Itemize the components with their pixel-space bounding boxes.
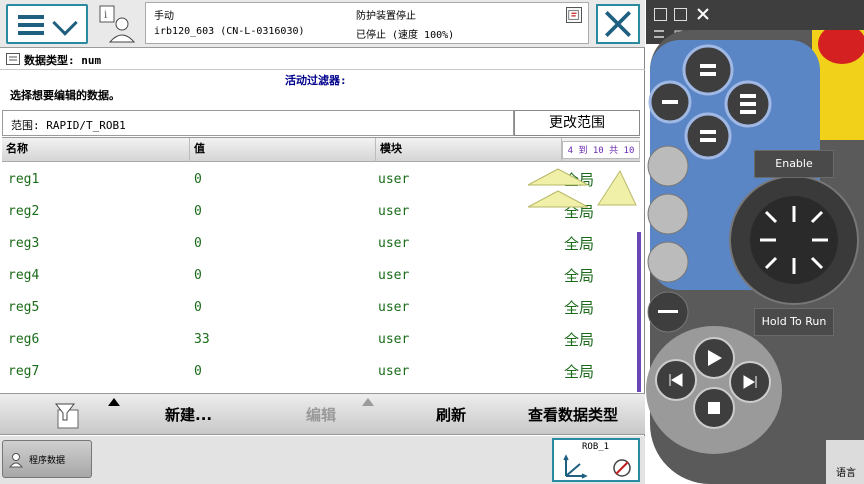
- table-header: 名称 值 模块 4 到 10 共 10: [2, 138, 640, 162]
- data-type-icon: [6, 53, 20, 65]
- hold-to-run-button[interactable]: Hold To Run: [754, 308, 834, 336]
- page-indicator: 4 到 10 共 10: [562, 141, 640, 159]
- row-name: reg2: [8, 204, 40, 219]
- page-up-icon: [528, 168, 589, 186]
- row-scope: 全局: [564, 363, 595, 381]
- row-name: reg6: [8, 332, 40, 347]
- quickset-robot-button[interactable]: ROB_1: [552, 438, 640, 482]
- row-value: 0: [194, 268, 202, 283]
- active-filter-label: 活动过滤器:: [285, 74, 347, 87]
- table-row[interactable]: reg4 0 user 全局: [2, 260, 637, 292]
- row-module: user: [378, 236, 410, 251]
- page-title: 数据类型: num: [24, 54, 102, 67]
- row-name: reg4: [8, 268, 40, 283]
- row-scope: 全局: [564, 267, 595, 285]
- page-up-down-arrows[interactable]: [528, 165, 638, 211]
- maximize-icon[interactable]: [674, 8, 687, 21]
- row-name: reg7: [8, 364, 40, 379]
- close-icon: [605, 11, 631, 37]
- command-bar: 新建... 编辑 刷新 查看数据类型: [0, 393, 645, 435]
- row-value: 0: [194, 236, 202, 251]
- svg-text:i: i: [104, 10, 107, 21]
- row-module: user: [378, 332, 410, 347]
- menu-icon: [18, 15, 44, 19]
- jog-coordinate-icon: [563, 454, 631, 479]
- new-button[interactable]: 新建...: [165, 404, 212, 425]
- controller-name: irb120_603 (CN-L-0316030): [154, 26, 305, 37]
- row-module: user: [378, 300, 410, 315]
- table-row[interactable]: reg7 0 user 全局: [2, 356, 637, 388]
- table-scrollbar[interactable]: [637, 232, 641, 392]
- row-name: reg1: [8, 172, 40, 187]
- chevron-down-icon: [52, 10, 78, 36]
- row-value: 0: [194, 300, 202, 315]
- page-up-fast-icon: [528, 190, 589, 208]
- column-header-module[interactable]: 模块: [376, 138, 562, 162]
- table-row[interactable]: reg5 0 user 全局: [2, 292, 637, 324]
- abb-menu-button[interactable]: [6, 4, 88, 44]
- row-value: 0: [194, 204, 202, 219]
- program-data-task-button[interactable]: 程序数据: [2, 440, 92, 478]
- row-module: user: [378, 268, 410, 283]
- page-down-icon: [597, 169, 637, 206]
- row-module: user: [378, 204, 410, 219]
- robot-label: ROB_1: [582, 442, 610, 452]
- user-info-icon[interactable]: i: [97, 4, 139, 44]
- event-log-icon[interactable]: [566, 7, 582, 23]
- column-header-value[interactable]: 值: [190, 138, 376, 162]
- row-name: reg5: [8, 300, 40, 315]
- row-module: user: [378, 172, 410, 187]
- task-bar: [0, 436, 645, 484]
- program-data-icon: [9, 453, 24, 468]
- safety-status: 防护装置停止: [356, 11, 416, 22]
- language-bar: 语言: [826, 440, 864, 484]
- restore-icon[interactable]: [654, 8, 667, 21]
- column-header-name[interactable]: 名称: [2, 138, 190, 162]
- enable-label: Enable: [754, 150, 834, 178]
- row-scope: 全局: [564, 299, 595, 317]
- view-data-type-button[interactable]: 查看数据类型: [528, 404, 618, 425]
- row-scope: 全局: [564, 331, 595, 349]
- run-status: 已停止 (速度 100%): [356, 30, 455, 41]
- operating-mode: 手动: [154, 11, 174, 22]
- caret-up-icon: [362, 398, 374, 406]
- close-button[interactable]: [596, 4, 640, 44]
- scope-field: 范围: RAPID/T_ROB1: [2, 110, 514, 136]
- row-value: 0: [194, 172, 202, 187]
- table-row[interactable]: reg6 33 user 全局: [2, 324, 637, 356]
- scope-text: 范围: RAPID/T_ROB1: [11, 119, 126, 132]
- row-module: user: [378, 364, 410, 379]
- row-name: reg3: [8, 236, 40, 251]
- instruction-text: 选择想要编辑的数据。: [10, 89, 120, 102]
- row-scope: 全局: [564, 235, 595, 253]
- status-panel: 手动 irb120_603 (CN-L-0316030) 防护装置停止 已停止 …: [145, 2, 589, 44]
- refresh-button[interactable]: 刷新: [436, 404, 466, 425]
- row-value: 0: [194, 364, 202, 379]
- row-value: 33: [194, 332, 210, 347]
- edit-button[interactable]: 编辑: [306, 404, 336, 425]
- view-title-row: 数据类型: num: [0, 48, 645, 70]
- pendant-controls-art: [646, 30, 864, 454]
- change-scope-button[interactable]: 更改范围: [514, 110, 640, 136]
- caret-up-icon: [108, 398, 120, 406]
- language-label: 语言: [836, 468, 856, 479]
- table-row[interactable]: reg3 0 user 全局: [2, 228, 637, 260]
- close-icon[interactable]: [696, 7, 710, 21]
- filter-icon[interactable]: [52, 400, 82, 430]
- task-button-label: 程序数据: [29, 456, 66, 466]
